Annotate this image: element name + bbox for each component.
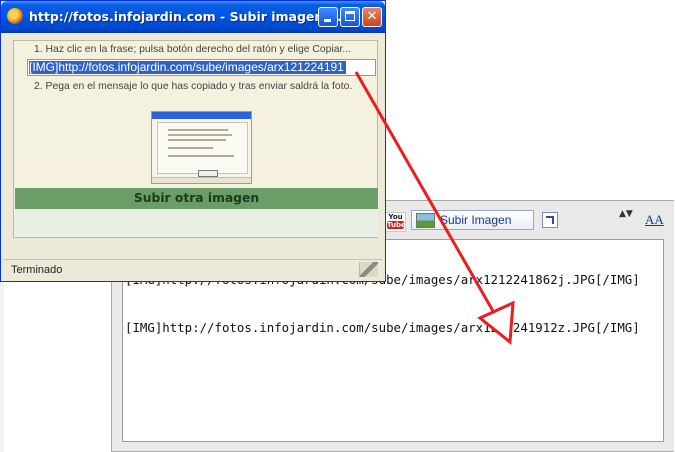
window-title: http://fotos.infojardin.com - Subir imag… — [29, 9, 342, 24]
status-text: Terminado — [11, 264, 63, 276]
image-icon — [416, 212, 435, 228]
youtube-icon[interactable]: You Tube — [385, 212, 406, 232]
selected-image-code[interactable]: [IMG]http://fotos.infojardin.com/sube/im… — [29, 61, 346, 74]
panel-footer-band — [15, 209, 378, 237]
font-size-icon[interactable]: AA — [645, 212, 664, 228]
upload-popup-window: http://fotos.infojardin.com - Subir imag… — [0, 0, 386, 282]
instruction-step-1: 1. Haz clic en la frase; pulsa botón der… — [34, 44, 352, 55]
upload-result-panel: 1. Haz clic en la frase; pulsa botón der… — [13, 40, 378, 238]
minimize-button[interactable] — [318, 7, 338, 27]
maximize-button[interactable] — [340, 7, 360, 27]
youtube-icon-tube: Tube — [387, 221, 406, 229]
youtube-icon-you: You — [388, 213, 403, 221]
title-bar[interactable]: http://fotos.infojardin.com - Subir imag… — [1, 1, 385, 33]
close-button[interactable]: ✕ — [362, 7, 382, 27]
subir-imagen-label: Subir Imagen — [440, 213, 512, 227]
status-bar: Terminado — [4, 259, 382, 280]
message-line: [IMG]http://fotos.infojardin.com/sube/im… — [125, 320, 640, 335]
resize-grip-icon[interactable] — [359, 262, 378, 277]
subir-otra-imagen-button[interactable]: Subir otra imagen — [15, 188, 378, 209]
expand-editor-icon[interactable] — [542, 212, 558, 228]
subir-imagen-button[interactable]: Subir Imagen — [411, 210, 534, 230]
resize-updown-icon[interactable]: ▲▼ — [619, 209, 633, 219]
image-code-field[interactable]: [IMG]http://fotos.infojardin.com/sube/im… — [27, 59, 376, 76]
popup-content: 1. Haz clic en la frase; pulsa botón der… — [4, 33, 382, 257]
firefox-icon — [7, 8, 23, 24]
uploaded-image-thumbnail — [151, 111, 252, 184]
instruction-step-2: 2. Pega en el mensaje lo que has copiado… — [34, 81, 353, 92]
